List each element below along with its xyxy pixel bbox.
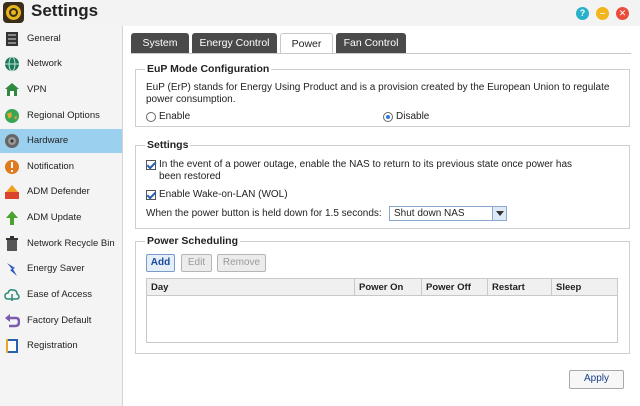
sidebar-item-label: Registration [27,340,78,351]
settings-app-icon [3,2,24,23]
schedule-table-header: Day Power On Power Off Restart Sleep [147,279,617,296]
sidebar-item-network-recycle-bin[interactable]: Network Recycle Bin [0,232,122,256]
eup-enable-radio[interactable] [146,112,156,122]
sidebar-item-adm-update[interactable]: ADM Update [0,206,122,230]
cloud-access-icon [4,289,20,301]
sidebar-item-label: Network [27,58,62,69]
undo-arrow-icon [5,314,20,328]
settings-title: Settings [145,139,191,151]
sidebar-item-general[interactable]: General [0,27,122,51]
trash-icon [6,236,18,251]
sidebar-item-label: Hardware [27,135,69,146]
sidebar-item-adm-defender[interactable]: ADM Defender [0,180,122,204]
schedule-table: Day Power On Power Off Restart Sleep [146,278,618,343]
column-header-power-off[interactable]: Power Off [422,279,488,296]
wol-checkbox[interactable] [146,190,156,200]
energy-bolt-icon [7,263,17,276]
close-button[interactable]: ✕ [616,7,629,20]
tab-divider [131,53,631,54]
minimize-button[interactable]: – [596,7,609,20]
chevron-down-icon[interactable] [492,207,506,220]
hardware-disc-icon [5,134,19,148]
help-button[interactable]: ? [576,7,589,20]
sidebar-item-notification[interactable]: Notification [0,155,122,179]
alert-icon [5,160,19,174]
sidebar-item-ease-of-access[interactable]: Ease of Access [0,283,122,307]
power-outage-label-line1: In the event of a power outage, enable t… [159,159,573,170]
sidebar-item-regional-options[interactable]: Regional Options [0,104,122,128]
sidebar-item-registration[interactable]: Registration [0,334,122,358]
power-button-select[interactable]: Shut down NAS [389,206,507,221]
server-icon [6,32,18,46]
sidebar-item-label: Energy Saver [27,263,85,274]
power-scheduling-title: Power Scheduling [145,235,241,247]
tab-power[interactable]: Power [280,33,333,54]
sidebar-item-label: VPN [27,84,47,95]
sidebar-item-network[interactable]: Network [0,52,122,76]
vpn-house-icon [5,83,19,96]
tab-fan-control[interactable]: Fan Control [336,33,406,53]
sidebar-item-label: Ease of Access [27,289,92,300]
tab-system[interactable]: System [131,33,189,53]
update-arrow-icon [6,211,18,225]
eup-description-line1: EuP (ErP) stands for Energy Using Produc… [146,82,610,93]
eup-disable-label: Disable [396,111,430,122]
eup-disable-radio[interactable] [383,112,393,122]
sidebar-item-label: ADM Defender [27,186,90,197]
sidebar-item-energy-saver[interactable]: Energy Saver [0,257,122,281]
column-header-day[interactable]: Day [147,279,355,296]
column-header-sleep[interactable]: Sleep [552,279,617,296]
column-header-restart[interactable]: Restart [488,279,552,296]
power-button-label: When the power button is held down for 1… [146,208,382,219]
sidebar-item-label: Notification [27,161,74,172]
add-schedule-button[interactable]: Add [146,254,175,272]
power-outage-checkbox[interactable] [146,160,156,170]
sidebar-item-hardware[interactable]: Hardware [0,129,122,153]
wol-label: Enable Wake-on-LAN (WOL) [159,189,288,200]
registration-book-icon [6,339,18,353]
defender-icon [5,185,19,199]
sidebar-item-vpn[interactable]: VPN [0,78,122,102]
eup-enable-label: Enable [159,111,191,122]
earth-icon [5,109,19,123]
sidebar: General Network VPN Regional Options Har… [0,26,123,406]
sidebar-item-label: Regional Options [27,110,100,121]
title-bar: Settings ? – ✕ [0,0,640,26]
edit-schedule-button[interactable]: Edit [181,254,212,272]
power-button-select-value: Shut down NAS [394,208,465,219]
sidebar-item-label: Factory Default [27,315,92,326]
globe-icon [5,56,19,72]
eup-mode-title: EuP Mode Configuration [145,63,272,75]
sidebar-item-label: ADM Update [27,212,82,223]
eup-description-line2: power consumption. [146,94,236,105]
power-outage-label-line2: been restored [159,171,221,182]
sidebar-item-factory-default[interactable]: Factory Default [0,309,122,333]
window-title: Settings [31,1,99,20]
tab-energy-control[interactable]: Energy Control [192,33,277,53]
column-header-power-on[interactable]: Power On [355,279,422,296]
sidebar-item-label: General [27,33,61,44]
apply-button[interactable]: Apply [569,370,624,389]
remove-schedule-button[interactable]: Remove [217,254,266,272]
sidebar-item-label: Network Recycle Bin [27,238,115,249]
